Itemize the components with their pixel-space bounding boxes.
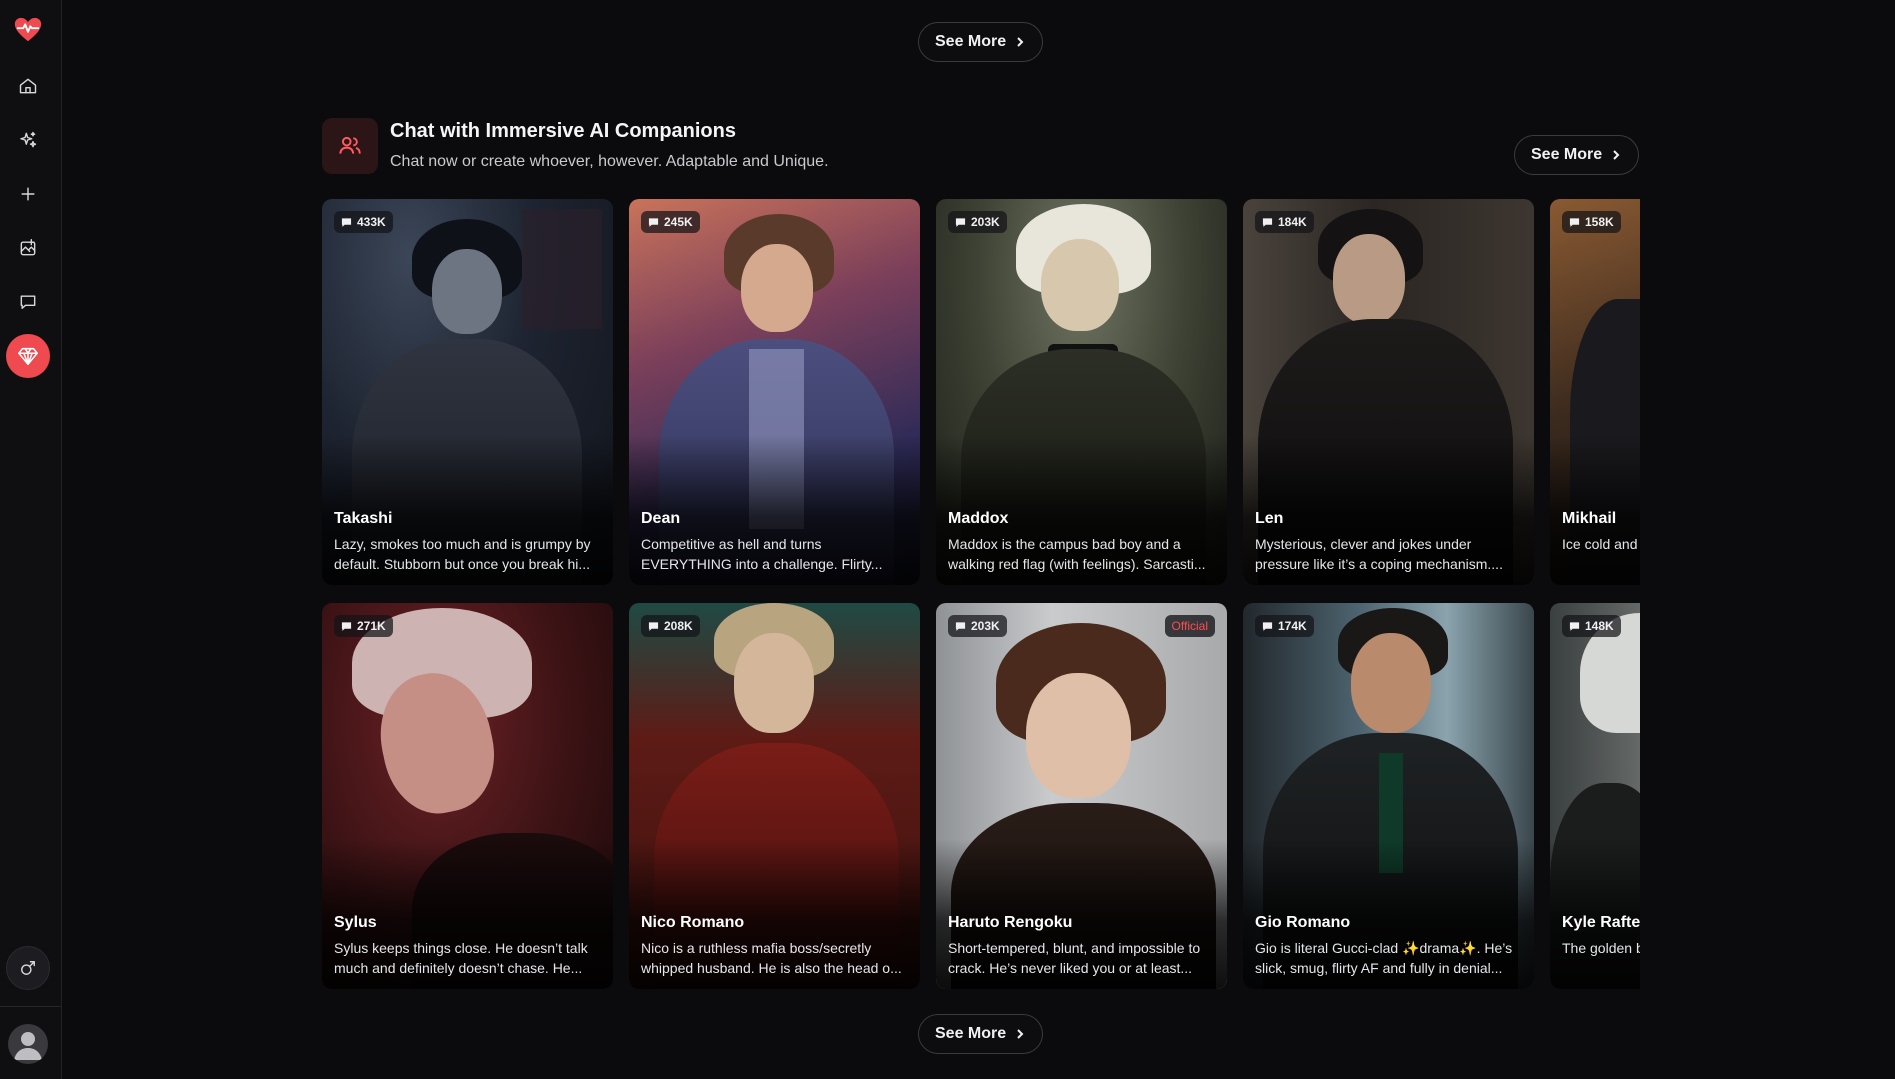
gem-icon[interactable] — [6, 334, 50, 378]
chat-count-badge: 271K — [334, 615, 393, 637]
companion-description: Lazy, smokes too much and is grumpy by d… — [334, 536, 591, 572]
chevron-right-icon — [1017, 1029, 1024, 1039]
users-icon — [322, 118, 378, 174]
section-see-more-button[interactable]: See More — [1514, 135, 1640, 175]
chat-count: 184K — [1278, 215, 1307, 229]
companion-name: Kyle Rafter — [1562, 914, 1640, 931]
male-gender-icon[interactable] — [6, 946, 50, 990]
official-badge: Official — [1164, 615, 1215, 637]
message-icon — [955, 217, 966, 227]
logo-icon[interactable] — [10, 12, 46, 48]
companion-grid: 433K Takashi Lazy, smokes too much and i… — [322, 199, 1640, 991]
companion-description: Nico is a ruthless mafia boss/secretly w… — [641, 940, 902, 976]
companion-card-len[interactable]: 184K Len Mysterious, clever and jokes un… — [1243, 199, 1534, 585]
companion-card-mikhail[interactable]: 158K Mikhail Ice cold and dangerous, p — [1550, 199, 1640, 585]
chat-count: 203K — [971, 215, 1000, 229]
companion-description: Mysterious, clever and jokes under press… — [1255, 536, 1503, 572]
see-more-bottom-button[interactable]: See More — [918, 1014, 1044, 1054]
chat-count-badge: 148K — [1562, 615, 1621, 637]
plus-icon[interactable] — [10, 176, 46, 212]
message-icon — [1569, 621, 1580, 631]
chat-count: 203K — [971, 619, 1000, 633]
see-more-label: See More — [1531, 146, 1603, 163]
companion-name: Gio Romano — [1255, 914, 1351, 931]
chat-count-badge: 208K — [641, 615, 700, 637]
home-icon[interactable] — [10, 68, 46, 104]
message-icon — [1262, 621, 1273, 631]
chat-icon[interactable] — [10, 284, 46, 320]
see-more-label: See More — [935, 1025, 1007, 1042]
companion-description: Gio is literal Gucci-clad ✨drama✨. He’s … — [1255, 940, 1513, 976]
image-edit-icon[interactable] — [10, 230, 46, 266]
companion-card-sylus[interactable]: 271K Sylus Sylus keeps things close. He … — [322, 603, 613, 989]
companion-name: Haruto Rengoku — [948, 914, 1073, 931]
chat-count-badge: 203K — [948, 615, 1007, 637]
message-icon — [1569, 217, 1580, 227]
chat-count: 174K — [1278, 619, 1307, 633]
chat-count: 245K — [664, 215, 693, 229]
section-subtitle: Chat now or create whoever, however. Ada… — [390, 153, 829, 170]
companion-name: Mikhail — [1562, 510, 1617, 527]
companion-card-haruto-rengoku[interactable]: 203K Official Haruto Rengoku Short-tempe… — [936, 603, 1227, 989]
chat-count: 158K — [1585, 215, 1614, 229]
message-icon — [1262, 217, 1273, 227]
chat-count-badge: 245K — [641, 211, 700, 233]
chat-count: 208K — [664, 619, 693, 633]
user-avatar-icon[interactable] — [8, 1024, 48, 1064]
sparkles-icon[interactable] — [10, 122, 46, 158]
companion-card-gio-romano[interactable]: 174K Gio Romano Gio is literal Gucci-cla… — [1243, 603, 1534, 989]
companion-card-maddox[interactable]: 203K Maddox Maddox is the campus bad boy… — [936, 199, 1227, 585]
companion-card-nico-romano[interactable]: 208K Nico Romano Nico is a ruthless mafi… — [629, 603, 920, 989]
chevron-right-icon — [1613, 150, 1620, 160]
companion-card-dean[interactable]: 245K Dean Competitive as hell and turns … — [629, 199, 920, 585]
companion-name: Dean — [641, 510, 681, 527]
message-icon — [648, 217, 659, 227]
companion-card-takashi[interactable]: 433K Takashi Lazy, smokes too much and i… — [322, 199, 613, 585]
chat-count: 433K — [357, 215, 386, 229]
companion-description: Short-tempered, blunt, and impossible to… — [948, 940, 1201, 976]
chat-count-badge: 158K — [1562, 211, 1621, 233]
message-icon — [648, 621, 659, 631]
chevron-right-icon — [1017, 37, 1024, 47]
chat-count-badge: 433K — [334, 211, 393, 233]
chat-count: 148K — [1585, 619, 1614, 633]
message-icon — [341, 217, 352, 227]
see-more-top-button[interactable]: See More — [918, 22, 1044, 62]
companion-name: Maddox — [948, 510, 1009, 527]
companion-description: Maddox is the campus bad boy and a walki… — [948, 536, 1206, 572]
chat-count-badge: 203K — [948, 211, 1007, 233]
sidebar-divider — [0, 1006, 61, 1007]
companion-description: Ice cold and dangerous, p — [1562, 536, 1640, 552]
chat-count: 271K — [357, 619, 386, 633]
companion-description: Sylus keeps things close. He doesn’t tal… — [334, 940, 588, 976]
companion-name: Len — [1255, 510, 1284, 527]
companion-card-kyle-rafter[interactable]: 148K Kyle Rafter The golden b bloodlust … — [1550, 603, 1640, 989]
message-icon — [341, 621, 352, 631]
companion-description: Competitive as hell and turns EVERYTHING… — [641, 536, 883, 572]
sidebar — [0, 0, 62, 1079]
chat-count-badge: 174K — [1255, 615, 1314, 637]
companion-name: Takashi — [334, 510, 393, 527]
companion-name: Nico Romano — [641, 914, 745, 931]
see-more-label: See More — [935, 33, 1007, 50]
companion-description: The golden b bloodlust pr — [1562, 940, 1640, 956]
chat-count-badge: 184K — [1255, 211, 1314, 233]
message-icon — [955, 621, 966, 631]
companion-name: Sylus — [334, 914, 377, 931]
section-title: Chat with Immersive AI Companions — [390, 120, 736, 142]
